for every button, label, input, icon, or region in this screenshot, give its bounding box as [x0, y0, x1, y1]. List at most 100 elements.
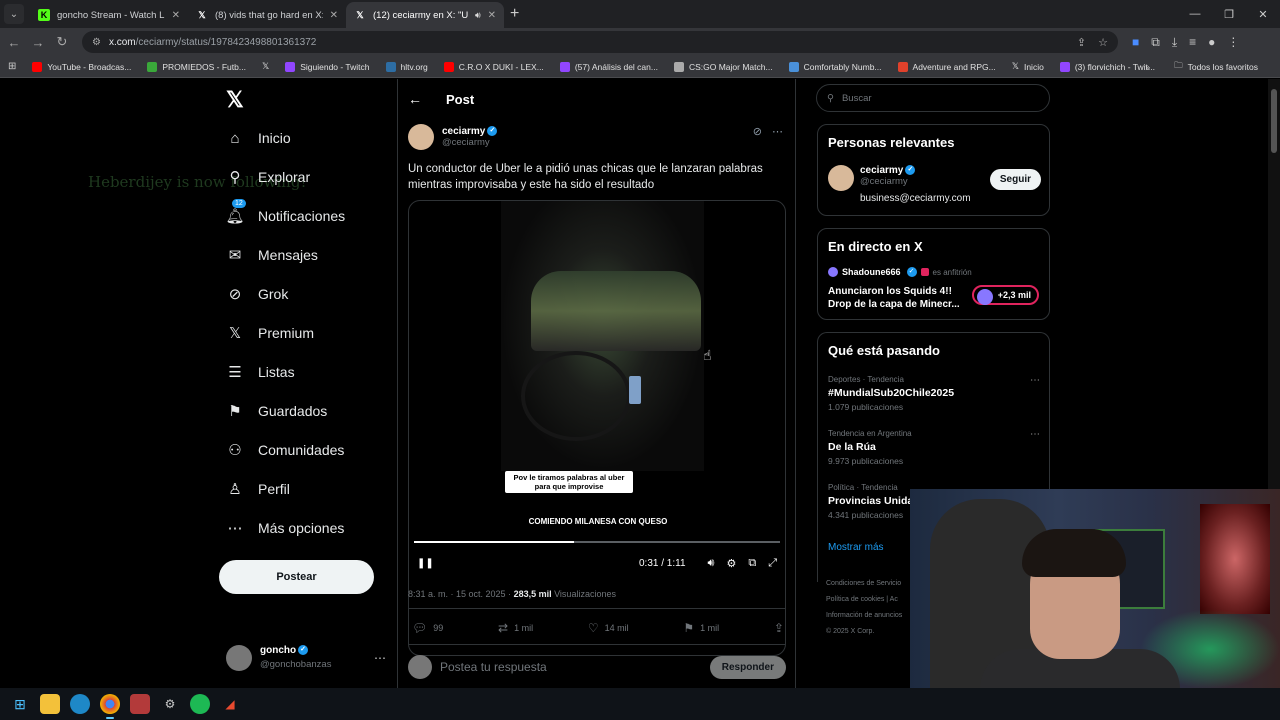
nav-mensajes[interactable]: ✉ Mensajes: [226, 246, 318, 264]
extension-icon[interactable]: ■: [1132, 35, 1139, 49]
close-icon[interactable]: ✕: [330, 10, 338, 21]
spotify-icon[interactable]: [190, 694, 210, 714]
file-explorer-icon[interactable]: [40, 694, 60, 714]
bookmark-youtube[interactable]: YouTube - Broadcas...: [24, 61, 139, 72]
tab-vids-that-go-hard[interactable]: 𝕏 (8) vids that go hard en X: "Wha ✕: [188, 2, 346, 28]
bookmark-promiedos[interactable]: PROMIEDOS - Futb...: [139, 61, 254, 72]
follow-button[interactable]: Seguir: [989, 169, 1041, 190]
download-icon[interactable]: ⤓: [1172, 35, 1177, 50]
bookmark-inicio[interactable]: 𝕏 Inicio: [1004, 61, 1052, 72]
account-switcher[interactable]: goncho ✓ @gonchobanzas ⋯: [226, 644, 386, 672]
bookmark-comfortably-numb[interactable]: Comfortably Numb...: [781, 61, 890, 72]
pause-icon[interactable]: ❚❚: [417, 558, 434, 569]
trend-item[interactable]: Deportes · Tendencia #MundialSub20Chile2…: [828, 375, 1040, 412]
close-window-icon[interactable]: ✕: [1246, 0, 1280, 28]
nav-listas[interactable]: ☰ Listas: [226, 363, 294, 381]
reload-icon[interactable]: ↻: [50, 30, 74, 54]
nav-grok[interactable]: ⊘ Grok: [226, 285, 289, 303]
show-more-link[interactable]: Mostrar más: [828, 542, 884, 553]
bookmark-x[interactable]: 𝕏: [254, 61, 277, 72]
search-input[interactable]: ⚲ Buscar: [816, 84, 1050, 112]
more-dots-icon[interactable]: ⋯: [374, 651, 386, 665]
nav-guardados[interactable]: ⚑ Guardados: [226, 402, 327, 420]
bookmark-csgo-major[interactable]: CS:GO Major Match...: [666, 61, 781, 72]
nav-notificaciones[interactable]: 🔔︎ 12 Notificaciones: [225, 199, 345, 225]
bookmark-icon: ⚑: [228, 403, 242, 420]
listener-count: +2,3 mil: [997, 290, 1031, 300]
settings-icon[interactable]: ⚙︎: [726, 557, 736, 570]
share-button[interactable]: ⇪: [774, 621, 784, 635]
scrollbar-thumb[interactable]: [1271, 89, 1277, 153]
bookmark-cro-duki[interactable]: C.R.O X DUKI - LEX...: [436, 61, 552, 72]
live-listeners-pill[interactable]: +2,3 mil: [971, 285, 1039, 305]
close-icon[interactable]: ✕: [488, 10, 496, 21]
more-dots-icon[interactable]: ⋯: [772, 125, 783, 138]
bookmark-button[interactable]: ⚑ 1 mil: [683, 621, 719, 635]
post-author[interactable]: ceciarmy ✓ @ceciarmy: [408, 124, 498, 150]
nav-inicio[interactable]: ⌂ Inicio: [226, 129, 290, 147]
bookmark-adventure-rpg[interactable]: Adventure and RPG...: [890, 61, 1004, 72]
back-icon[interactable]: ←: [2, 30, 26, 54]
app-icon[interactable]: ◢: [220, 694, 240, 714]
repost-icon: ⇄: [498, 621, 509, 635]
media-icon[interactable]: ≡: [1189, 35, 1196, 49]
video-progress-bar[interactable]: [414, 541, 780, 543]
site-info-icon[interactable]: ⚙︎: [92, 37, 101, 48]
new-tab-button[interactable]: +: [504, 5, 529, 28]
live-host[interactable]: Shadoune666 ✓ es anfitrión: [828, 267, 972, 277]
tab-search-button[interactable]: ⌄: [4, 4, 24, 24]
post-button[interactable]: Postear: [219, 560, 374, 594]
bookmark-hltv[interactable]: hltv.org: [378, 61, 436, 72]
nav-perfil[interactable]: ♙ Perfil: [226, 480, 290, 498]
windows-start-icon[interactable]: ⊞: [10, 694, 30, 714]
grok-icon[interactable]: ⊘: [753, 125, 762, 138]
install-icon[interactable]: ⇪: [1077, 36, 1086, 49]
tab-goncho-stream[interactable]: K goncho Stream - Watch Live on ✕: [30, 2, 188, 28]
all-bookmarks[interactable]: 🗀︎ Todos los favoritos: [1166, 60, 1266, 74]
reply-input[interactable]: Postea tu respuesta: [440, 660, 547, 674]
bookmark-analisis[interactable]: (57) Análisis del can...: [552, 61, 666, 72]
tab-ceciarmy[interactable]: 𝕏 (12) ceciarmy en X: "Un con 🔊︎ ✕: [346, 2, 504, 28]
reply-submit-button[interactable]: Responder: [709, 655, 786, 679]
speaker-icon[interactable]: 🔊︎: [475, 10, 481, 21]
bookmark-label: PROMIEDOS - Futb...: [162, 61, 246, 72]
reply-icon: 💬︎: [412, 621, 428, 635]
edge-icon[interactable]: [70, 694, 90, 714]
chrome-icon[interactable]: [100, 694, 120, 719]
close-icon[interactable]: ✕: [172, 10, 180, 21]
notification-badge: 12: [232, 199, 246, 208]
video-player[interactable]: Pov le tiramos palabras al uber para que…: [408, 200, 786, 656]
back-arrow-icon[interactable]: ←: [408, 91, 422, 107]
menu-dots-icon[interactable]: ⋮: [1227, 35, 1239, 49]
x-logo-icon[interactable]: 𝕏: [226, 87, 244, 113]
puzzle-icon[interactable]: ⧉: [1151, 35, 1160, 50]
obs-icon[interactable]: [130, 694, 150, 714]
more-dots-icon[interactable]: ⋯: [1030, 429, 1040, 440]
more-dots-icon[interactable]: ⋯: [1030, 375, 1040, 386]
pip-icon[interactable]: ⧉: [748, 557, 756, 570]
nav-mas-opciones[interactable]: ⋯ Más opciones: [226, 519, 345, 537]
forward-icon[interactable]: →: [26, 30, 50, 54]
repost-button[interactable]: ⇄ 1 mil: [498, 621, 533, 635]
apps-icon[interactable]: ⊞: [0, 61, 24, 72]
nav-premium[interactable]: 𝕏 Premium: [226, 324, 314, 342]
fullscreen-icon[interactable]: ⤢: [768, 557, 777, 570]
more-bookmarks-icon[interactable]: »: [1145, 62, 1150, 72]
like-button[interactable]: ♡ 14 mil: [588, 621, 629, 635]
reply-button[interactable]: 💬︎ 99: [412, 621, 443, 635]
bookmark-twitch-following[interactable]: Siguiendo - Twitch: [277, 61, 377, 72]
minimize-icon[interactable]: —: [1178, 0, 1212, 28]
post-timestamp[interactable]: 8:31 a. m. · 15 oct. 2025 ·: [408, 589, 514, 599]
restore-icon[interactable]: ❐: [1212, 0, 1246, 28]
address-bar[interactable]: ⚙︎ x.com/ceciarmy/status/197842349880136…: [82, 31, 1118, 53]
nav-comunidades[interactable]: ⚇ Comunidades: [226, 441, 344, 459]
steam-icon[interactable]: ⚙︎: [160, 694, 180, 714]
star-icon[interactable]: ☆: [1098, 36, 1108, 49]
volume-icon[interactable]: 🔊︎: [708, 557, 715, 570]
live-host-name: Shadoune666: [842, 267, 901, 277]
live-title[interactable]: Anunciaron los Squids 4!! Drop de la cap…: [828, 285, 968, 311]
search-icon: ⚲: [827, 92, 834, 104]
nav-explorar[interactable]: ⚲ Explorar: [226, 168, 311, 186]
trend-item[interactable]: Tendencia en Argentina De la Rúa 9.973 p…: [828, 429, 1040, 466]
profile-avatar-icon[interactable]: ●: [1208, 35, 1215, 49]
